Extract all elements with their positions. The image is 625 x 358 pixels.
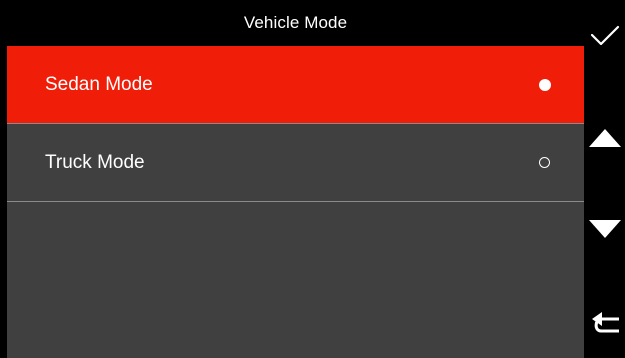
checkmark-icon bbox=[590, 25, 619, 46]
menu-item-label: Sedan Mode bbox=[45, 73, 153, 95]
menu-panel: Vehicle Mode Sedan Mode Truck Mode bbox=[7, 0, 584, 358]
radio-unselected-icon bbox=[539, 157, 550, 168]
vehicle-mode-screen: Vehicle Mode Sedan Mode Truck Mode bbox=[0, 0, 625, 358]
menu-list: Sedan Mode Truck Mode bbox=[7, 46, 584, 358]
divider bbox=[7, 201, 584, 202]
triangle-down-icon bbox=[588, 220, 621, 238]
side-button-bar bbox=[584, 0, 625, 358]
triangle-up-icon bbox=[588, 129, 621, 147]
menu-item-sedan-mode[interactable]: Sedan Mode bbox=[7, 46, 584, 123]
menu-item-label: Truck Mode bbox=[45, 151, 145, 173]
confirm-button[interactable] bbox=[584, 14, 625, 58]
menu-item-truck-mode[interactable]: Truck Mode bbox=[7, 124, 584, 201]
title-bar: Vehicle Mode bbox=[7, 0, 584, 46]
back-button[interactable] bbox=[584, 300, 625, 344]
page-title: Vehicle Mode bbox=[243, 13, 348, 32]
scroll-down-button[interactable] bbox=[584, 207, 625, 251]
radio-selected-icon bbox=[539, 78, 551, 91]
return-arrow-icon bbox=[591, 312, 619, 333]
scroll-up-button[interactable] bbox=[584, 116, 625, 160]
